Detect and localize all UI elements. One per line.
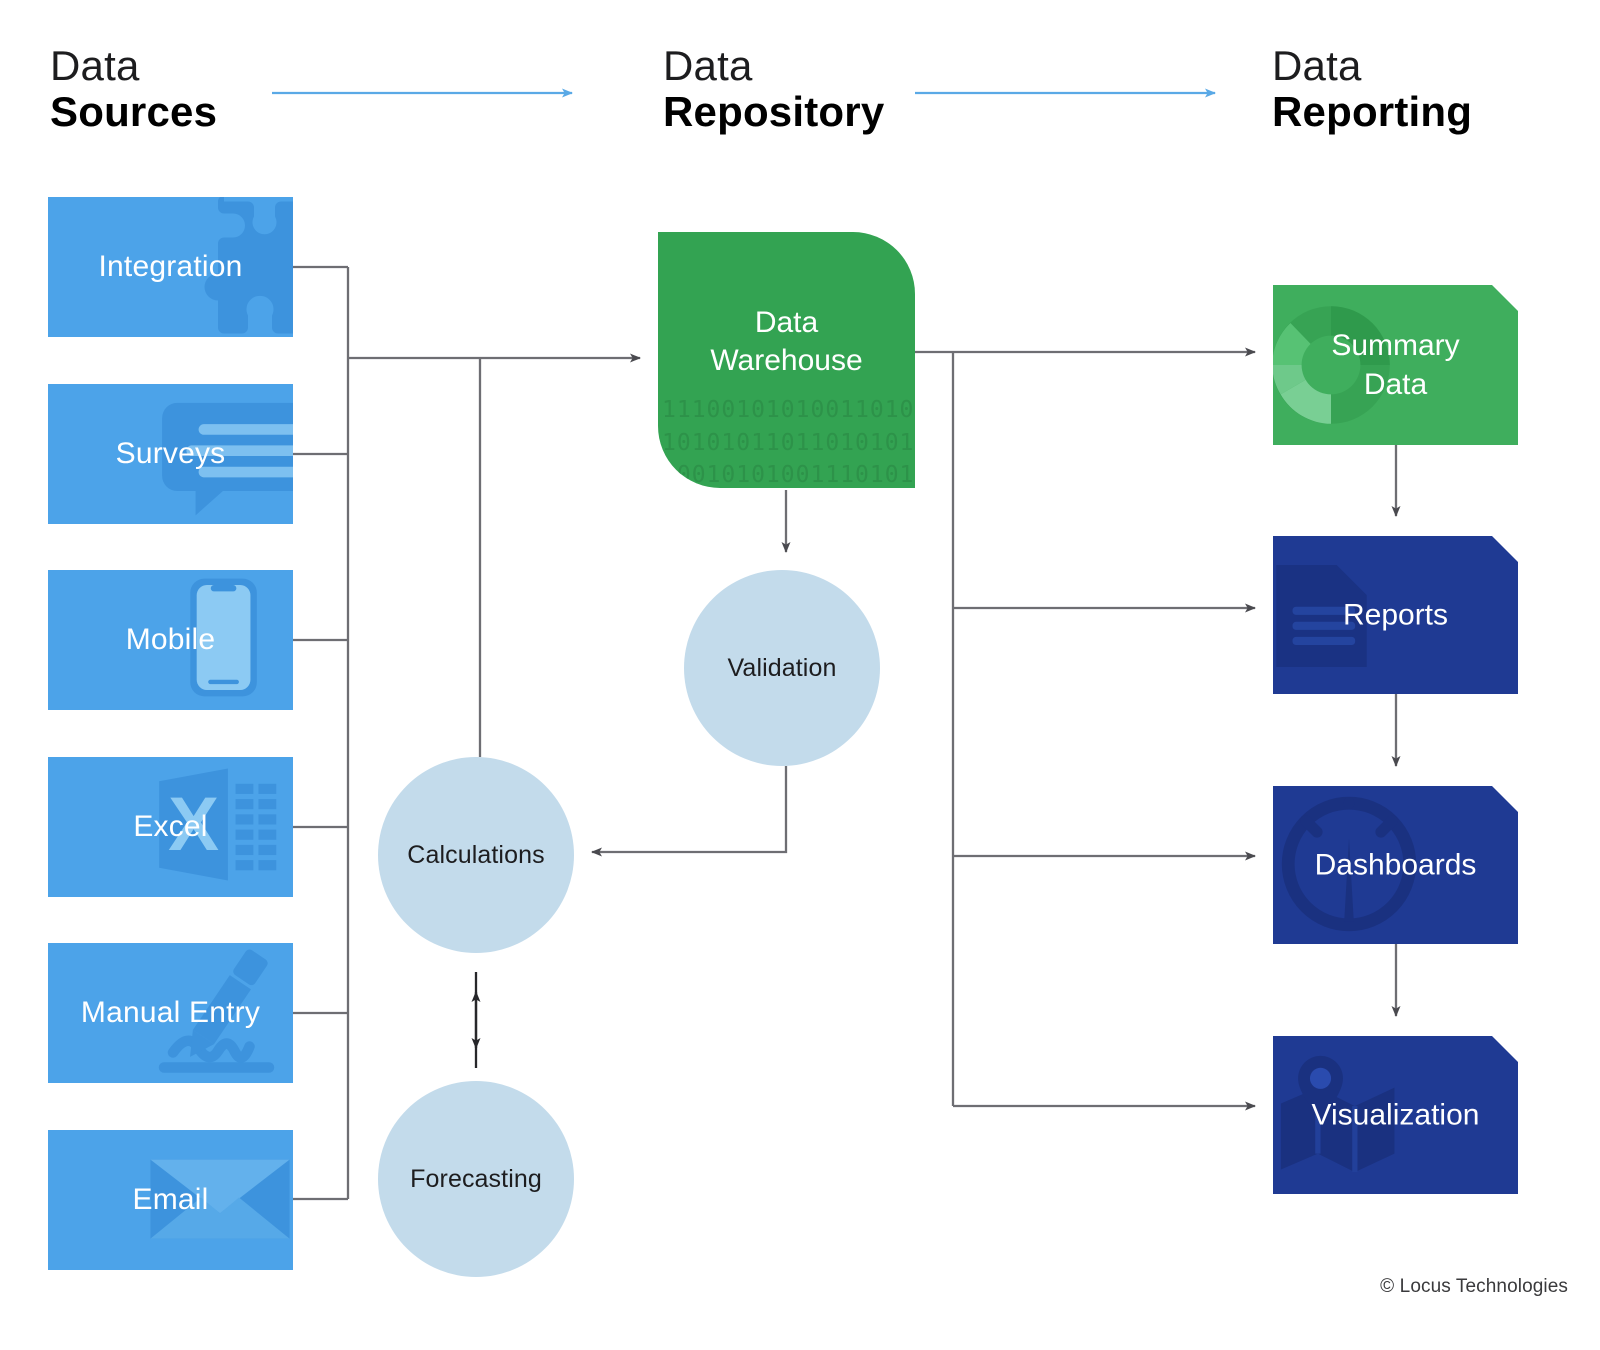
source-card-email-label: Email: [132, 1183, 209, 1216]
binary-row: 10010101001110101010011: [662, 462, 915, 488]
reporting-card-visualization-label: Visualization: [1311, 1098, 1480, 1132]
data-warehouse-label-line2: Warehouse: [710, 344, 863, 378]
reporting-card-reports[interactable]: Reports: [1273, 536, 1518, 694]
connector-validation-to-calculations: [591, 766, 788, 857]
data-warehouse-card[interactable]: 11100101010011010100110 1010101101101010…: [658, 232, 915, 488]
process-circle-forecasting[interactable]: Forecasting: [378, 1081, 574, 1277]
diagram-canvas: Data Sources Data Repository Data Report…: [0, 0, 1600, 1350]
reporting-card-dashboards-label: Dashboards: [1314, 848, 1477, 882]
source-card-excel[interactable]: X Excel: [48, 757, 293, 897]
reporting-card-summary-data-label-line2: Data: [1363, 368, 1428, 401]
column-header-repository: Data Repository: [663, 44, 884, 133]
binary-row: 10101011011010101011010: [662, 429, 915, 456]
data-warehouse-label-line1: Data: [754, 306, 819, 339]
column-header-reporting: Data Reporting: [1272, 44, 1472, 133]
process-circle-calculations[interactable]: Calculations: [378, 757, 574, 953]
reporting-card-dashboards[interactable]: Dashboards: [1273, 786, 1518, 944]
data-warehouse-label: Data Warehouse: [658, 304, 915, 381]
column-header-reporting-line1: Data: [1272, 42, 1362, 89]
copyright-notice: © Locus Technologies: [1380, 1276, 1568, 1297]
source-card-excel-label: Excel: [133, 810, 208, 843]
source-card-manual-entry-label: Manual Entry: [80, 996, 261, 1029]
binary-pattern: 11100101010011010100110 1010101101101010…: [662, 394, 915, 488]
column-header-repository-line1: Data: [663, 42, 753, 89]
source-card-mobile-label: Mobile: [125, 623, 216, 656]
column-header-sources: Data Sources: [50, 44, 217, 133]
reporting-card-reports-label: Reports: [1342, 598, 1449, 632]
column-header-sources-line1: Data: [50, 42, 140, 89]
process-circle-calculations-label: Calculations: [407, 840, 545, 869]
source-card-integration[interactable]: Integration: [48, 197, 293, 337]
column-header-reporting-line2: Reporting: [1272, 87, 1473, 135]
source-card-integration-label: Integration: [98, 250, 243, 283]
reporting-card-summary-data-label: Summary Data: [1273, 326, 1518, 404]
source-card-mobile[interactable]: Mobile: [48, 570, 293, 710]
source-card-surveys-label: Surveys: [115, 437, 226, 470]
column-header-sources-line2: Sources: [50, 87, 218, 135]
source-card-email[interactable]: Email: [48, 1130, 293, 1270]
reporting-card-visualization[interactable]: Visualization: [1273, 1036, 1518, 1194]
source-card-manual-entry[interactable]: Manual Entry: [48, 943, 293, 1083]
process-circle-validation[interactable]: Validation: [684, 570, 880, 766]
binary-row: 11100101010011010100110: [662, 397, 915, 423]
reporting-card-summary-data[interactable]: Summary Data: [1273, 285, 1518, 445]
column-header-repository-line2: Repository: [663, 87, 885, 135]
reporting-card-summary-data-label-line1: Summary: [1331, 329, 1460, 362]
process-circle-forecasting-label: Forecasting: [410, 1164, 542, 1193]
source-card-surveys[interactable]: Surveys: [48, 384, 293, 524]
process-circle-validation-label: Validation: [727, 653, 837, 682]
